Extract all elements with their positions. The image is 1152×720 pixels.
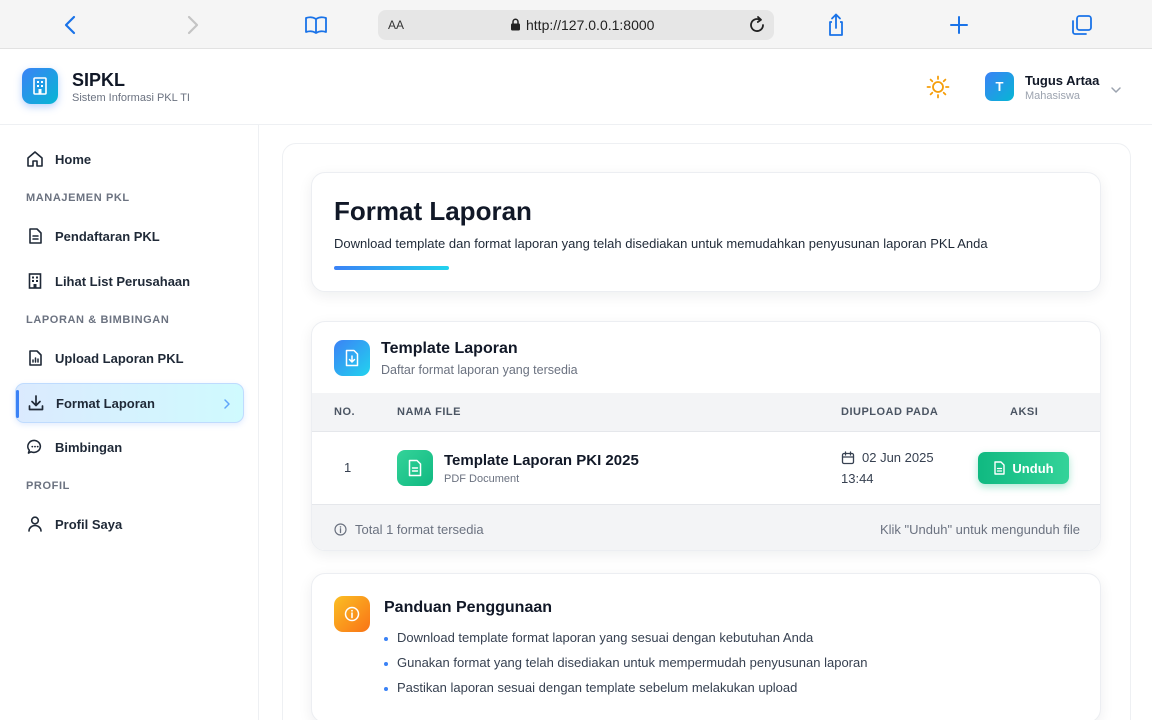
table-header: NO. NAMA FILE DIUPLOAD PADA AKSI [312,393,1100,432]
sidebar-item-pendaftaran[interactable]: Pendaftaran PKL [15,216,244,256]
page-description: Download template dan format laporan yan… [334,236,988,251]
file-name: Template Laporan PKI 2025 [444,452,639,469]
document-icon [26,227,44,245]
download-hint-text: Klik "Unduh" untuk mengunduh file [879,522,1080,537]
total-count-text: Total 1 format tersedia [355,522,484,537]
info-icon [334,596,370,632]
table-row: 1 Template Laporan PKI 2025 PDF Document… [312,432,1100,504]
bullet-icon [384,662,388,666]
user-icon [26,515,44,533]
tabs-icon[interactable] [1069,12,1095,38]
section-title-manajemen: MANAJEMEN PKL [26,192,130,204]
brand-subtitle: Sistem Informasi PKL TI [72,92,190,104]
avatar[interactable]: T [985,72,1014,101]
browser-toolbar: AA http://127.0.0.1:8000 [0,0,1152,49]
app-header: SIPKL Sistem Informasi PKL TI T Tugus Ar… [0,49,1152,125]
sidebar-item-upload-laporan[interactable]: Upload Laporan PKL [15,338,244,378]
sidebar-item-label: Format Laporan [56,395,155,411]
file-chart-icon [26,349,44,367]
user-role: Mahasiswa [1025,90,1081,102]
lock-icon [510,18,521,36]
page-header-card: Format Laporan Download template dan for… [311,172,1101,292]
user-name[interactable]: Tugus Artaa [1025,73,1099,88]
sidebar-item-label: Pendaftaran PKL [55,228,160,244]
sidebar-item-perusahaan[interactable]: Lihat List Perusahaan [15,261,244,301]
calendar-icon [841,451,855,470]
bookmarks-icon[interactable] [303,12,329,38]
card-subtitle: Daftar format laporan yang tersedia [381,363,578,377]
bullet-icon [384,637,388,641]
list-item: Download template format laporan yang se… [384,630,813,645]
reload-icon[interactable] [746,14,768,41]
back-icon[interactable] [57,12,83,38]
guide-item-text: Pastikan laporan sesuai dengan template … [397,680,798,695]
column-header-diupload: DIUPLOAD PADA [841,406,939,418]
home-icon [26,150,44,168]
chevron-right-icon [223,397,231,415]
chevron-down-icon[interactable] [1110,81,1122,99]
file-download-icon [334,340,370,376]
page-title: Format Laporan [334,196,532,226]
sidebar-item-format-laporan[interactable]: Format Laporan [15,383,244,423]
chat-icon [26,438,44,456]
section-title-laporan: LAPORAN & BIMBINGAN [26,314,170,326]
building-logo-icon[interactable] [22,68,58,104]
file-type: PDF Document [444,473,520,485]
upload-date: 02 Jun 2025 [862,450,934,465]
row-number: 1 [344,460,352,475]
forward-icon[interactable] [180,12,206,38]
column-header-nama-file: NAMA FILE [397,406,461,418]
upload-time: 13:44 [841,471,874,486]
file-icon [994,461,1006,475]
reader-mode-button[interactable]: AA [388,18,404,32]
download-button-label: Unduh [1012,460,1054,476]
list-item: Pastikan laporan sesuai dengan template … [384,680,797,695]
card-title: Template Laporan [381,340,518,357]
sidebar-item-profil[interactable]: Profil Saya [15,504,244,544]
sidebar-item-label: Bimbingan [55,439,123,455]
download-icon [27,394,45,412]
url-text: http://127.0.0.1:8000 [526,17,655,33]
list-item: Gunakan format yang telah disediakan unt… [384,655,867,670]
sidebar-item-label: Home [55,151,92,167]
sidebar-item-home[interactable]: Home [15,139,244,179]
guide-item-text: Download template format laporan yang se… [397,630,814,645]
share-icon[interactable] [823,12,849,38]
sidebar-item-label: Upload Laporan PKL [55,350,184,366]
title-accent-bar [334,266,449,270]
theme-toggle-sun-icon[interactable] [926,75,950,104]
download-button[interactable]: Unduh [978,452,1069,484]
address-bar[interactable]: AA http://127.0.0.1:8000 [378,10,774,40]
template-card: Template Laporan Daftar format laporan y… [311,321,1101,551]
column-header-aksi: AKSI [1010,406,1039,418]
guide-card: Panduan Penggunaan Download template for… [311,573,1101,720]
brand-title: SIPKL [72,70,126,90]
new-tab-icon[interactable] [946,12,972,38]
sidebar-item-label: Lihat List Perusahaan [55,273,191,289]
section-title-profil: PROFIL [26,480,70,492]
guide-title: Panduan Penggunaan [384,599,553,616]
bullet-icon [384,687,388,691]
column-header-no: NO. [334,406,356,418]
sidebar-item-bimbingan[interactable]: Bimbingan [15,427,244,467]
guide-item-text: Gunakan format yang telah disediakan unt… [397,655,868,670]
sidebar: Home MANAJEMEN PKL Pendaftaran PKL Lihat… [0,125,259,720]
pdf-file-icon [397,450,433,486]
building-icon [26,272,44,290]
sidebar-item-label: Profil Saya [55,516,123,532]
table-footer: Total 1 format tersedia Klik "Unduh" unt… [312,504,1100,550]
info-icon [334,523,347,541]
